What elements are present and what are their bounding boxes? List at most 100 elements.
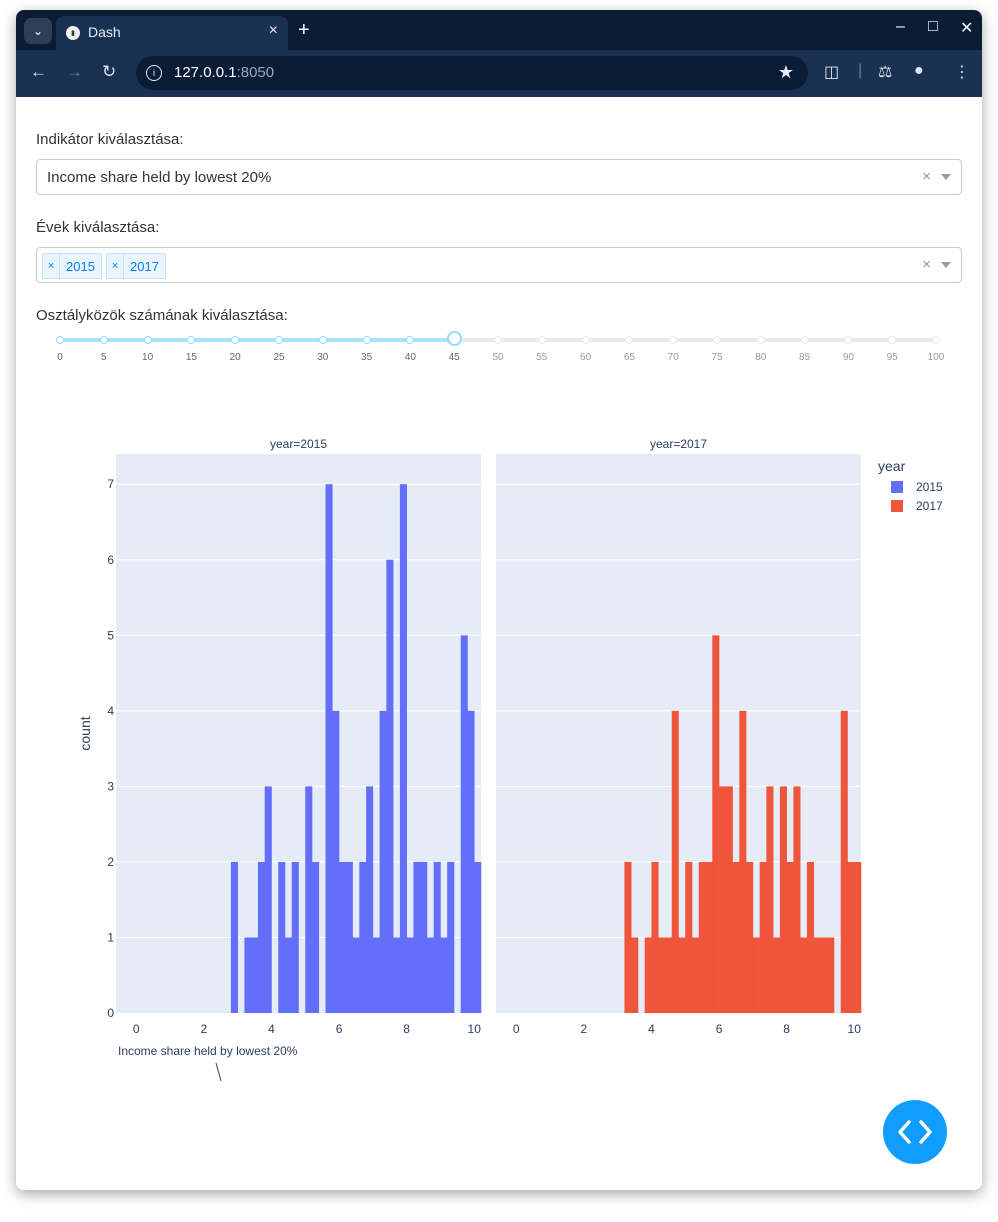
slider-step-dot[interactable]	[99, 336, 108, 344]
maximize-icon[interactable]: □	[928, 18, 938, 36]
clear-icon[interactable]: ×	[922, 168, 931, 185]
slider-step-dot[interactable]	[713, 336, 721, 344]
slider-mark-label: 95	[886, 352, 898, 363]
slider-mark-label: 60	[580, 352, 592, 363]
histogram-bar	[284, 937, 293, 1013]
slider-step-dot[interactable]	[318, 336, 327, 344]
indicator-label: Indikátor kiválasztása:	[36, 131, 184, 148]
slider-step-dot[interactable]	[581, 336, 590, 344]
forward-icon[interactable]: →	[66, 62, 83, 82]
menu-kebab-icon[interactable]: ⋮	[954, 62, 970, 82]
new-tab-button[interactable]: +	[298, 18, 310, 42]
histogram-bar	[793, 786, 801, 1013]
bins-slider[interactable]: 0 5 10 15 20 25 30 35 40 45 50 55 60 65 70 75 80 85 90 95 10…	[56, 331, 944, 372]
favicon-icon: ▮	[66, 26, 80, 40]
year-chip-label: 2015	[66, 258, 95, 274]
labs-flask-icon[interactable]: ⚖	[878, 62, 892, 82]
slider-mark-label: 75	[711, 352, 723, 363]
close-window-icon[interactable]: ✕	[960, 18, 973, 38]
bookmark-star-icon[interactable]: ★	[778, 62, 794, 83]
slider-step-dot[interactable]	[56, 336, 64, 344]
dropdown-arrow-icon[interactable]	[941, 174, 951, 180]
x-tick-label: 0	[133, 1022, 140, 1036]
slider-step-dot[interactable]	[756, 336, 765, 344]
slider-step-dot[interactable]	[888, 336, 897, 344]
page-content: Indikátor kiválasztása: Income share hel…	[16, 97, 982, 1190]
x-tick-label: 4	[648, 1022, 655, 1036]
url-host: 127.0.0.1	[174, 64, 237, 81]
profile-avatar-icon[interactable]: ●	[914, 62, 924, 80]
histogram-bar	[230, 861, 238, 1013]
histogram-bar	[806, 861, 814, 1013]
slider-step-dot[interactable]	[275, 336, 283, 344]
reload-icon[interactable]: ↻	[102, 62, 116, 82]
legend-title: year	[878, 458, 906, 474]
tab-dash[interactable]: ▮ Dash ×	[56, 16, 288, 50]
slider-step-dot[interactable]	[800, 336, 809, 344]
slider-mark-label: 5	[101, 352, 107, 363]
minimize-icon[interactable]: –	[896, 18, 905, 36]
indicator-dropdown[interactable]: Income share held by lowest 20% ×	[36, 159, 962, 195]
histogram-bar	[752, 937, 760, 1013]
slider-step-dot[interactable]	[537, 336, 546, 344]
histogram-bar	[651, 861, 659, 1013]
dropdown-arrow-icon[interactable]	[941, 262, 951, 268]
x-tick-label: 4	[268, 1022, 275, 1036]
remove-chip-icon[interactable]: ×	[43, 254, 60, 278]
histogram-bar	[345, 861, 353, 1013]
histogram-bar	[712, 635, 720, 1013]
histogram-bar	[420, 861, 428, 1013]
x-tick-label: 2	[581, 1022, 588, 1036]
x-tick-label: 0	[513, 1022, 520, 1036]
slider-step-dot[interactable]	[625, 336, 634, 344]
histogram-bar	[746, 861, 754, 1013]
years-multiselect[interactable]: × 2015 × 2017 ×	[36, 247, 962, 283]
slider-mark-label: 0	[57, 352, 63, 363]
extensions-icon[interactable]: ◫	[824, 62, 839, 82]
tab-bar: ⌄ ▮ Dash × + – □ ✕	[16, 10, 982, 50]
dash-debug-button[interactable]	[883, 1100, 947, 1164]
histogram-bar	[847, 861, 855, 1013]
slider-step-dot[interactable]	[362, 336, 371, 344]
slider-track[interactable]	[60, 338, 455, 342]
histogram-bar	[244, 937, 252, 1013]
histogram-bar	[366, 786, 374, 1013]
clear-icon[interactable]: ×	[922, 256, 931, 273]
slider-handle[interactable]	[447, 331, 463, 346]
toolbar-divider: |	[858, 62, 863, 79]
histogram-bar	[692, 937, 700, 1013]
slider-mark-label: 20	[229, 352, 241, 363]
site-info-icon[interactable]: i	[146, 65, 162, 81]
url-text: 127.0.0.1:8050	[174, 64, 274, 81]
slider-mark-label: 25	[273, 352, 285, 363]
slider-step-dot[interactable]	[494, 336, 502, 344]
slider-step-dot[interactable]	[231, 336, 240, 344]
legend-swatch	[891, 500, 903, 512]
slider-step-dot[interactable]	[187, 336, 196, 344]
slider-mark-label: 15	[185, 352, 197, 363]
histogram-bar	[732, 861, 740, 1013]
remove-chip-icon[interactable]: ×	[107, 254, 124, 278]
slider-mark-label: 45	[448, 352, 460, 363]
slider-step-dot[interactable]	[406, 336, 415, 344]
close-icon[interactable]: ×	[269, 22, 278, 40]
histogram-bar	[786, 861, 794, 1013]
histogram-bar	[685, 861, 693, 1013]
browser-toolbar: ← → ↻ i 127.0.0.1:8050 ★ ◫ | ⚖ ● ⋮	[16, 50, 982, 97]
y-tick-label: 5	[107, 628, 114, 642]
histogram-bar	[698, 861, 706, 1013]
histogram-bar	[840, 710, 848, 1013]
histogram-bar	[460, 635, 468, 1013]
histogram-bar	[352, 937, 360, 1013]
slider-mark-label: 35	[361, 352, 373, 363]
slider-step-dot[interactable]	[143, 336, 152, 344]
slider-step-dot[interactable]	[932, 336, 940, 344]
address-bar[interactable]: i 127.0.0.1:8050 ★	[136, 56, 808, 90]
legend-item-label: 2015	[916, 480, 943, 494]
tab-search-button[interactable]: ⌄	[24, 18, 52, 44]
slider-step-dot[interactable]	[669, 336, 678, 344]
back-icon[interactable]: ←	[30, 62, 47, 82]
histogram-bar	[325, 484, 333, 1014]
y-tick-label: 4	[107, 704, 114, 718]
slider-step-dot[interactable]	[844, 336, 853, 344]
